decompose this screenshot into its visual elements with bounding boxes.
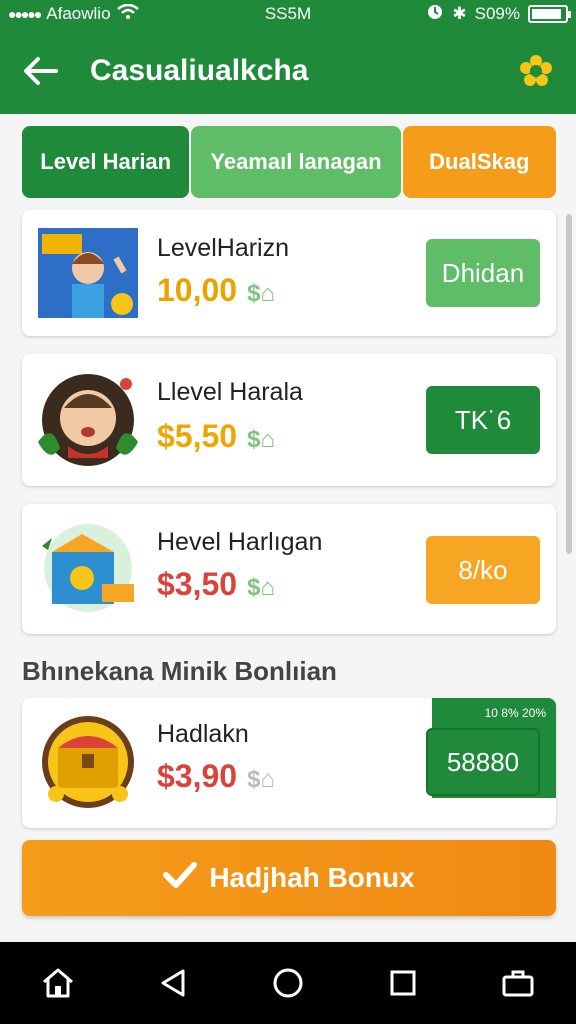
item-name: Hevel Harlıgan bbox=[157, 528, 323, 556]
carrier-name: Afaowlio bbox=[46, 4, 111, 23]
content-area: Level Harian Yeamaıl lanagan DualSkag Le… bbox=[0, 114, 576, 942]
treasure-chest-image bbox=[38, 714, 138, 808]
item-name: LevelHarizn bbox=[157, 234, 290, 262]
home-icon[interactable] bbox=[28, 953, 88, 1013]
briefcase-icon[interactable] bbox=[488, 953, 548, 1013]
bonus-percent-label: 10 8% 20% bbox=[484, 706, 546, 720]
scrollbar[interactable] bbox=[566, 214, 572, 554]
bonus-item: Hadlakn $3,90 $⌂ 10 8% 20% 58880 bbox=[22, 698, 556, 828]
alarm-icon bbox=[426, 3, 444, 26]
item-name: Hadlakn bbox=[157, 720, 249, 748]
signal-icon: ●●●●● bbox=[8, 6, 42, 22]
list-item: Llevel Harala $5,50 $⌂ TK˙6 bbox=[22, 354, 556, 486]
child-portrait-image bbox=[38, 372, 138, 466]
section-title: Bhınekana Minik Bonlıian bbox=[22, 656, 337, 686]
wifi-icon bbox=[116, 3, 139, 25]
item-action-button[interactable]: 8/ko bbox=[426, 536, 540, 604]
coin-icon: $⌂ bbox=[247, 280, 275, 307]
bonus-action-button[interactable]: 58880 bbox=[426, 728, 540, 796]
tab-bar: Level Harian Yeamaıl lanagan DualSkag bbox=[22, 126, 556, 198]
status-bar: ●●●●● Afaowlio SS5M ✱ S09% bbox=[0, 0, 576, 28]
settings-icon[interactable] bbox=[516, 51, 556, 91]
recents-icon[interactable] bbox=[373, 953, 433, 1013]
item-price: $5,50 $⌂ bbox=[157, 418, 275, 454]
gift-box-image bbox=[38, 522, 138, 614]
item-action-button[interactable]: Dhidan bbox=[426, 239, 540, 307]
coin-icon: $⌂ bbox=[247, 766, 275, 793]
battery-icon bbox=[528, 5, 571, 23]
list-item: LevelHarizn 10,00 $⌂ Dhidan bbox=[22, 210, 556, 336]
list-item: Hevel Harlıgan $3,50 $⌂ 8/ko bbox=[22, 504, 556, 634]
item-price: $3,50 $⌂ bbox=[157, 566, 275, 602]
tab-weekly[interactable]: Yeamaıl lanagan bbox=[191, 126, 401, 198]
app-bar: Casualiualkcha bbox=[0, 28, 576, 114]
coin-icon: $⌂ bbox=[247, 426, 275, 453]
item-price: 10,00 $⌂ bbox=[157, 272, 275, 308]
tab-daily[interactable]: Level Harian bbox=[22, 126, 190, 198]
item-name: Llevel Harala bbox=[157, 378, 303, 406]
back-arrow-icon[interactable] bbox=[20, 51, 60, 91]
tab-dual[interactable]: DualSkag bbox=[402, 126, 556, 198]
back-triangle-icon[interactable] bbox=[143, 953, 203, 1013]
bluetooth-icon: ✱ bbox=[452, 4, 467, 23]
child-waving-image bbox=[38, 228, 138, 320]
item-price: $3,90 $⌂ bbox=[157, 758, 275, 794]
page-title: Casualiualkcha bbox=[90, 54, 309, 87]
coin-icon: $⌂ bbox=[247, 574, 275, 601]
home-circle-icon[interactable] bbox=[258, 953, 318, 1013]
claim-bonus-button[interactable]: Hadjhah Bonux bbox=[22, 840, 556, 916]
claim-bonus-label: Hadjhah Bonux bbox=[209, 862, 415, 893]
item-action-button[interactable]: TK˙6 bbox=[426, 386, 540, 454]
checkmark-icon bbox=[163, 860, 198, 897]
system-nav-bar bbox=[0, 942, 576, 1024]
battery-percent: S09% bbox=[474, 4, 520, 23]
